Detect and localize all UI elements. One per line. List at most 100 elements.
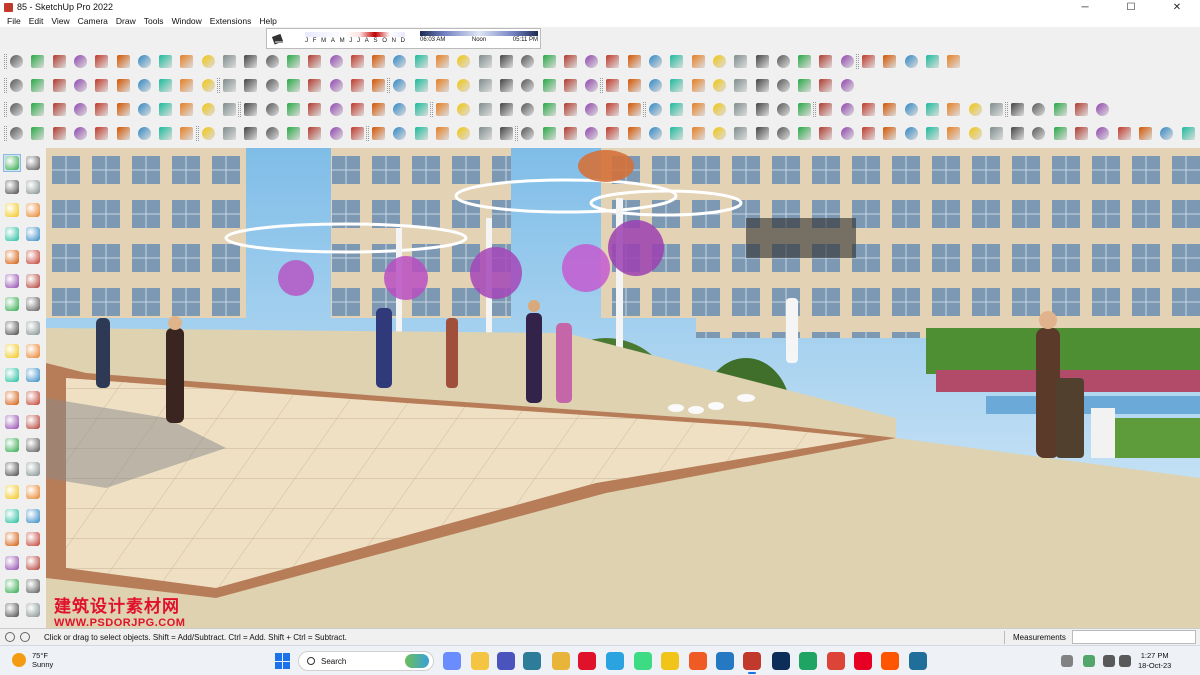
offset-icon[interactable] xyxy=(93,53,110,70)
path-icon[interactable] xyxy=(1137,125,1154,142)
solid-icon[interactable] xyxy=(434,77,451,94)
left-icon[interactable] xyxy=(519,101,536,118)
rotated-rect-icon[interactable] xyxy=(24,201,42,219)
mono-icon[interactable] xyxy=(839,125,856,142)
select-icon[interactable] xyxy=(29,77,46,94)
taskbar-search[interactable]: Search xyxy=(298,651,434,671)
menu-camera[interactable]: Camera xyxy=(74,16,112,26)
minimize-button[interactable]: ─ xyxy=(1062,0,1108,14)
xray-icon[interactable] xyxy=(860,125,877,142)
cloud-icon[interactable] xyxy=(115,125,132,142)
sandbox-icon[interactable] xyxy=(455,53,472,70)
menu-help[interactable]: Help xyxy=(255,16,280,26)
toolbar-grip[interactable] xyxy=(366,126,370,141)
zoom-extents-icon[interactable] xyxy=(3,530,21,548)
arc-icon[interactable] xyxy=(3,295,21,313)
polyline-icon[interactable] xyxy=(860,101,877,118)
month-slider[interactable]: J F M A M J J A S O N D xyxy=(305,31,405,48)
stack-icon[interactable] xyxy=(434,125,451,142)
home-icon[interactable] xyxy=(306,53,323,70)
weld-icon[interactable] xyxy=(306,101,323,118)
subtract-icon[interactable] xyxy=(477,77,494,94)
fillet-icon[interactable] xyxy=(647,125,664,142)
taskbar-database-icon[interactable] xyxy=(909,652,927,670)
toolbar-grip[interactable] xyxy=(4,126,7,141)
toolbar-grip[interactable] xyxy=(515,126,519,141)
protractor-icon[interactable] xyxy=(413,77,430,94)
speaker-icon[interactable] xyxy=(1119,655,1131,667)
make-component-icon[interactable] xyxy=(24,154,42,172)
shape-icon[interactable] xyxy=(391,101,408,118)
toolbar-grip[interactable] xyxy=(217,78,220,93)
taskbar-soundcloud-icon[interactable] xyxy=(881,652,899,670)
scale-icon[interactable] xyxy=(72,53,89,70)
chevron-up-icon[interactable] xyxy=(1061,655,1073,667)
soften-icon[interactable] xyxy=(924,101,941,118)
arc-draw-icon[interactable] xyxy=(775,101,792,118)
lamp-icon[interactable] xyxy=(29,125,46,142)
camera-icon[interactable] xyxy=(136,125,153,142)
move-icon[interactable] xyxy=(3,342,21,360)
split-icon[interactable] xyxy=(519,77,536,94)
toolbar-grip[interactable] xyxy=(4,102,7,117)
fog-icon[interactable] xyxy=(690,101,707,118)
zoom-icon[interactable] xyxy=(3,507,21,525)
explode-icon[interactable] xyxy=(668,125,685,142)
grid-icon[interactable] xyxy=(221,53,238,70)
union-icon[interactable] xyxy=(455,77,472,94)
tree-icon[interactable] xyxy=(519,125,536,142)
box-icon[interactable] xyxy=(604,101,621,118)
section-icon[interactable] xyxy=(370,77,387,94)
materials-icon[interactable] xyxy=(72,101,89,118)
component-icon[interactable] xyxy=(264,53,281,70)
plant-icon[interactable] xyxy=(1073,125,1090,142)
match-icon[interactable] xyxy=(711,101,728,118)
arc-icon[interactable] xyxy=(690,53,707,70)
move-icon[interactable] xyxy=(668,77,685,94)
axes-icon[interactable] xyxy=(796,77,813,94)
extend-icon[interactable] xyxy=(945,125,962,142)
materials-icon[interactable] xyxy=(647,101,664,118)
mesh-icon[interactable] xyxy=(924,53,941,70)
freehand-icon[interactable] xyxy=(711,53,728,70)
wall-icon[interactable] xyxy=(839,53,856,70)
block-icon[interactable] xyxy=(413,125,430,142)
taskbar-chrome-icon[interactable] xyxy=(827,652,845,670)
stair-icon[interactable] xyxy=(541,53,558,70)
info-icon[interactable] xyxy=(20,632,30,642)
orbit-icon[interactable] xyxy=(285,77,302,94)
spline-icon[interactable] xyxy=(796,101,813,118)
follow-me-icon[interactable] xyxy=(178,77,195,94)
hidden-icon[interactable] xyxy=(200,125,217,142)
top-icon[interactable] xyxy=(434,101,451,118)
taskbar-telegram-icon[interactable] xyxy=(606,652,624,670)
layers-icon[interactable] xyxy=(8,101,25,118)
close-button[interactable]: ✕ xyxy=(1154,0,1200,14)
join-icon[interactable] xyxy=(903,101,920,118)
shadows-icon[interactable] xyxy=(732,101,749,118)
line-icon[interactable] xyxy=(3,225,21,243)
fillet-icon[interactable] xyxy=(72,125,89,142)
pencil-icon[interactable] xyxy=(72,77,89,94)
taskbar-photoshop-icon[interactable] xyxy=(772,652,790,670)
rotate-tool-icon[interactable] xyxy=(157,77,174,94)
extrude-icon[interactable] xyxy=(945,101,962,118)
rotate-icon[interactable] xyxy=(732,53,749,70)
circle-icon[interactable] xyxy=(3,272,21,290)
menu-draw[interactable]: Draw xyxy=(112,16,140,26)
ring-icon[interactable] xyxy=(51,125,68,142)
network-shield-icon[interactable] xyxy=(1083,655,1095,667)
stack-icon[interactable] xyxy=(1009,125,1026,142)
toolbar-grip[interactable] xyxy=(387,78,391,93)
fog-icon[interactable] xyxy=(115,101,132,118)
tag-icon[interactable] xyxy=(1158,125,1175,142)
pan-icon[interactable] xyxy=(839,77,856,94)
offset-icon[interactable] xyxy=(775,53,792,70)
home-icon[interactable] xyxy=(647,53,664,70)
paint-bucket-icon[interactable] xyxy=(3,178,21,196)
stamp-icon[interactable] xyxy=(24,601,42,619)
ring-icon[interactable] xyxy=(626,125,643,142)
scene-render[interactable] xyxy=(46,148,1200,628)
depth-icon[interactable] xyxy=(924,125,941,142)
text-icon[interactable] xyxy=(24,413,42,431)
